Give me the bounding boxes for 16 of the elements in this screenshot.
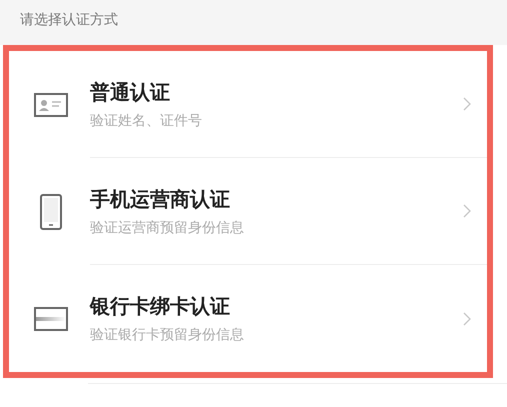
- chevron-right-icon: [463, 97, 471, 111]
- phone-icon: [40, 194, 62, 230]
- method-title: 手机运营商认证: [90, 186, 231, 212]
- section-title: 请选择认证方式: [20, 10, 118, 28]
- auth-method-item[interactable]: 手机运营商认证 验证运营商预留身份信息: [9, 158, 487, 265]
- chevron-right-icon: [463, 204, 471, 218]
- id-card-icon: [34, 92, 68, 116]
- bank-card-icon: [34, 306, 68, 330]
- method-title: 银行卡绑卡认证: [90, 293, 231, 320]
- method-title: 普通认证: [90, 78, 171, 106]
- auth-method-item[interactable]: 普通认证 验证姓名、证件号: [9, 51, 487, 158]
- method-description: 验证运营商预留身份信息: [90, 218, 245, 236]
- method-description: 验证姓名、证件号: [90, 112, 203, 130]
- chevron-right-icon: [463, 312, 471, 326]
- method-description: 验证银行卡预留身份信息: [90, 326, 245, 344]
- auth-method-item[interactable]: 银行卡绑卡认证 验证银行卡预留身份信息: [9, 265, 487, 372]
